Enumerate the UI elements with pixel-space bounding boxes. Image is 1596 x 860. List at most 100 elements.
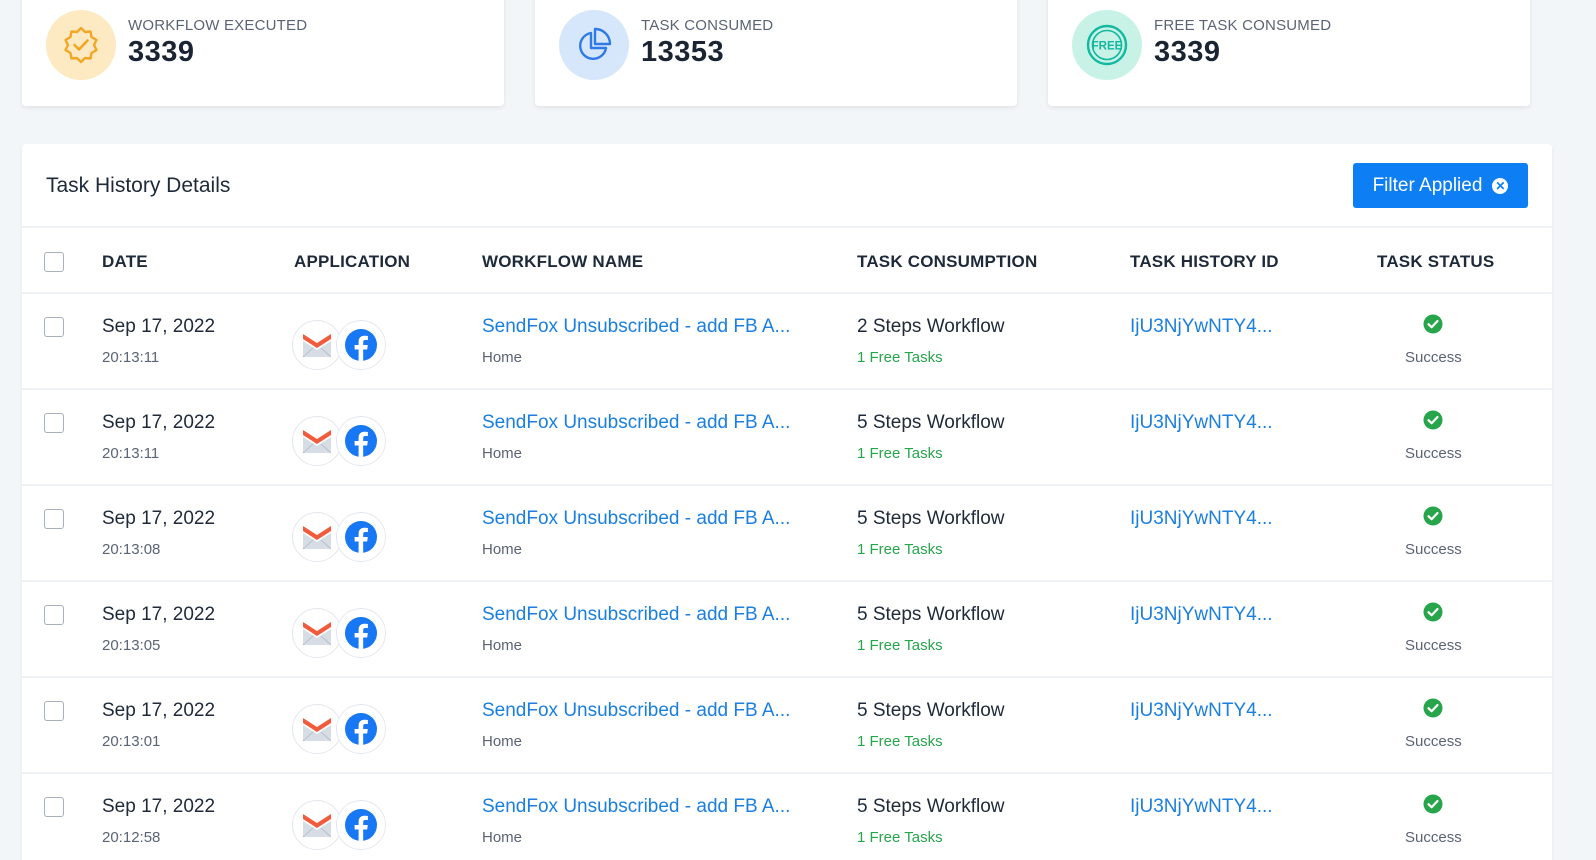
status-badge: Success bbox=[1405, 541, 1462, 558]
column-header-workflow-name[interactable]: WORKFLOW NAME bbox=[482, 252, 643, 272]
check-circle-icon bbox=[1423, 314, 1443, 334]
row-applications bbox=[292, 608, 386, 658]
task-history-id-link[interactable]: IjU3NjYwNTY4... bbox=[1130, 604, 1273, 626]
status-badge: Success bbox=[1405, 445, 1462, 462]
facebook-icon bbox=[336, 608, 386, 658]
row-checkbox[interactable] bbox=[44, 317, 64, 337]
table-header: DATE APPLICATION WORKFLOW NAME TASK CONS… bbox=[22, 228, 1552, 294]
table-row[interactable]: Sep 17, 2022 20:12:58 SendFox Unsubscrib… bbox=[22, 774, 1552, 860]
workflow-name-link[interactable]: SendFox Unsubscribed - add FB A... bbox=[482, 412, 790, 434]
row-applications bbox=[292, 512, 386, 562]
page-title: Task History Details bbox=[46, 174, 231, 197]
select-all-checkbox[interactable] bbox=[44, 252, 64, 272]
task-steps: 2 Steps Workflow bbox=[857, 316, 1005, 337]
stat-label: TASK CONSUMED bbox=[641, 17, 774, 34]
row-checkbox[interactable] bbox=[44, 605, 64, 625]
column-header-date[interactable]: DATE bbox=[102, 252, 148, 272]
badge-check-icon bbox=[46, 10, 116, 80]
stats-bar: WORKFLOW EXECUTED 3339 TASK CONSUMED 133… bbox=[22, 0, 1552, 106]
panel-header: Task History Details Filter Applied ✕ bbox=[22, 144, 1552, 228]
task-history-panel: Task History Details Filter Applied ✕ DA… bbox=[22, 144, 1552, 860]
filter-applied-button[interactable]: Filter Applied ✕ bbox=[1353, 163, 1528, 208]
workflow-name-link[interactable]: SendFox Unsubscribed - add FB A... bbox=[482, 316, 790, 338]
check-circle-icon bbox=[1423, 794, 1443, 814]
free-tasks: 1 Free Tasks bbox=[857, 349, 943, 366]
workflow-folder: Home bbox=[482, 541, 523, 558]
status-badge: Success bbox=[1405, 733, 1462, 750]
sendfox-icon bbox=[292, 512, 342, 562]
column-header-task-history-id[interactable]: TASK HISTORY ID bbox=[1130, 252, 1279, 272]
status-badge: Success bbox=[1405, 829, 1462, 846]
row-date: Sep 17, 2022 bbox=[102, 700, 216, 721]
row-time: 20:13:01 bbox=[102, 733, 161, 750]
status-badge: Success bbox=[1405, 349, 1462, 366]
sendfox-icon bbox=[292, 800, 342, 850]
task-steps: 5 Steps Workflow bbox=[857, 700, 1005, 721]
task-history-id-link[interactable]: IjU3NjYwNTY4... bbox=[1130, 796, 1273, 818]
svg-text:FREE: FREE bbox=[1092, 41, 1123, 53]
row-checkbox[interactable] bbox=[44, 797, 64, 817]
table-row[interactable]: Sep 17, 2022 20:13:11 SendFox Unsubscrib… bbox=[22, 390, 1552, 486]
facebook-icon bbox=[336, 512, 386, 562]
check-circle-icon bbox=[1423, 410, 1443, 430]
row-checkbox[interactable] bbox=[44, 413, 64, 433]
stat-label: FREE TASK CONSUMED bbox=[1154, 17, 1332, 34]
status-badge: Success bbox=[1405, 637, 1462, 654]
workflow-name-link[interactable]: SendFox Unsubscribed - add FB A... bbox=[482, 508, 790, 530]
free-tasks: 1 Free Tasks bbox=[857, 733, 943, 750]
task-history-id-link[interactable]: IjU3NjYwNTY4... bbox=[1130, 508, 1273, 530]
sendfox-icon bbox=[292, 608, 342, 658]
free-tasks: 1 Free Tasks bbox=[857, 637, 943, 654]
row-time: 20:13:05 bbox=[102, 637, 161, 654]
row-checkbox[interactable] bbox=[44, 509, 64, 529]
workflow-folder: Home bbox=[482, 349, 523, 366]
workflow-name-link[interactable]: SendFox Unsubscribed - add FB A... bbox=[482, 700, 790, 722]
workflow-folder: Home bbox=[482, 445, 523, 462]
row-date: Sep 17, 2022 bbox=[102, 604, 216, 625]
stat-value: 3339 bbox=[128, 36, 195, 68]
row-time: 20:13:08 bbox=[102, 541, 161, 558]
table-row[interactable]: Sep 17, 2022 20:13:11 SendFox Unsubscrib… bbox=[22, 294, 1552, 390]
facebook-icon bbox=[336, 800, 386, 850]
task-history-id-link[interactable]: IjU3NjYwNTY4... bbox=[1130, 316, 1273, 338]
workflow-folder: Home bbox=[482, 733, 523, 750]
row-date: Sep 17, 2022 bbox=[102, 796, 216, 817]
stat-value: 3339 bbox=[1154, 36, 1221, 68]
free-badge-icon: FREE bbox=[1072, 10, 1142, 80]
stat-card-free-task-consumed: FREE FREE TASK CONSUMED 3339 bbox=[1048, 0, 1530, 106]
free-tasks: 1 Free Tasks bbox=[857, 445, 943, 462]
sendfox-icon bbox=[292, 320, 342, 370]
row-date: Sep 17, 2022 bbox=[102, 412, 216, 433]
stat-value: 13353 bbox=[641, 36, 725, 68]
task-history-id-link[interactable]: IjU3NjYwNTY4... bbox=[1130, 700, 1273, 722]
column-header-task-status[interactable]: TASK STATUS bbox=[1377, 252, 1494, 272]
facebook-icon bbox=[336, 704, 386, 754]
column-header-task-consumption[interactable]: TASK CONSUMPTION bbox=[857, 252, 1037, 272]
row-time: 20:13:11 bbox=[102, 445, 160, 462]
workflow-name-link[interactable]: SendFox Unsubscribed - add FB A... bbox=[482, 604, 790, 626]
sendfox-icon bbox=[292, 416, 342, 466]
task-history-id-link[interactable]: IjU3NjYwNTY4... bbox=[1130, 412, 1273, 434]
free-tasks: 1 Free Tasks bbox=[857, 829, 943, 846]
check-circle-icon bbox=[1423, 506, 1443, 526]
stat-card-task-consumed: TASK CONSUMED 13353 bbox=[535, 0, 1017, 106]
row-time: 20:13:11 bbox=[102, 349, 160, 366]
row-checkbox[interactable] bbox=[44, 701, 64, 721]
close-circle-icon[interactable]: ✕ bbox=[1492, 177, 1509, 194]
row-applications bbox=[292, 416, 386, 466]
table-row[interactable]: Sep 17, 2022 20:13:08 SendFox Unsubscrib… bbox=[22, 486, 1552, 582]
table-body: Sep 17, 2022 20:13:11 SendFox Unsubscrib… bbox=[22, 294, 1552, 860]
facebook-icon bbox=[336, 320, 386, 370]
row-date: Sep 17, 2022 bbox=[102, 316, 216, 337]
column-header-application[interactable]: APPLICATION bbox=[294, 252, 410, 272]
workflow-name-link[interactable]: SendFox Unsubscribed - add FB A... bbox=[482, 796, 790, 818]
facebook-icon bbox=[336, 416, 386, 466]
pie-chart-icon bbox=[559, 10, 629, 80]
workflow-folder: Home bbox=[482, 829, 523, 846]
workflow-folder: Home bbox=[482, 637, 523, 654]
stat-card-workflow-executed: WORKFLOW EXECUTED 3339 bbox=[22, 0, 504, 106]
row-applications bbox=[292, 320, 386, 370]
task-steps: 5 Steps Workflow bbox=[857, 412, 1005, 433]
table-row[interactable]: Sep 17, 2022 20:13:01 SendFox Unsubscrib… bbox=[22, 678, 1552, 774]
table-row[interactable]: Sep 17, 2022 20:13:05 SendFox Unsubscrib… bbox=[22, 582, 1552, 678]
